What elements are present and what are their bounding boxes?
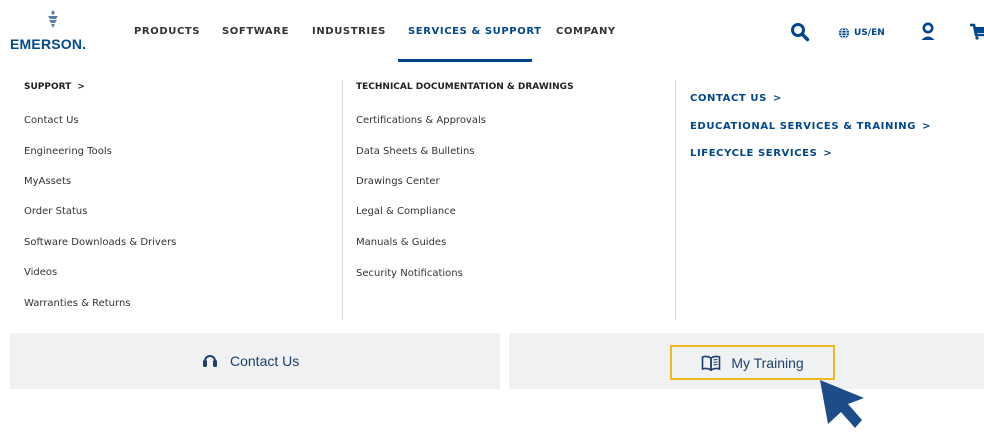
region-label: US/EN [854, 28, 885, 38]
link-legal-compliance[interactable]: Legal & Compliance [356, 206, 456, 217]
my-training-button[interactable]: My Training [670, 345, 835, 380]
link-videos[interactable]: Videos [24, 267, 57, 278]
column-divider [342, 80, 343, 320]
cart-icon[interactable] [970, 22, 984, 42]
link-engineering-tools[interactable]: Engineering Tools [24, 146, 112, 157]
nav-software[interactable]: SOFTWARE [222, 26, 289, 37]
link-software-downloads[interactable]: Software Downloads & Drivers [24, 237, 176, 248]
featured-educational-training[interactable]: EDUCATIONAL SERVICES & TRAINING > [690, 121, 931, 132]
region-selector[interactable]: US/EN [838, 27, 885, 39]
column-divider [675, 80, 676, 320]
chevron-right-icon: > [772, 93, 782, 104]
nav-products[interactable]: PRODUCTS [134, 26, 200, 37]
contact-us-label: Contact Us [230, 353, 300, 369]
link-data-sheets[interactable]: Data Sheets & Bulletins [356, 146, 475, 157]
my-training-label: My Training [731, 354, 804, 371]
link-warranties-returns[interactable]: Warranties & Returns [24, 298, 131, 309]
headset-icon [203, 355, 217, 367]
featured-contact-us[interactable]: CONTACT US > [690, 93, 782, 104]
active-nav-underline [398, 59, 532, 62]
featured-lifecycle-services[interactable]: LIFECYCLE SERVICES > [690, 148, 832, 159]
contact-us-bar[interactable]: Contact Us [10, 333, 500, 389]
logo-text: EMERSON. [10, 36, 87, 52]
chevron-right-icon: > [823, 148, 833, 159]
chevron-right-icon: > [77, 82, 85, 92]
link-myassets[interactable]: MyAssets [24, 176, 71, 187]
tech-docs-heading[interactable]: TECHNICAL DOCUMENTATION & DRAWINGS [356, 82, 574, 92]
globe-icon [838, 27, 850, 39]
support-heading[interactable]: SUPPORT > [24, 82, 85, 92]
cursor-arrow-icon [820, 380, 864, 428]
emerson-logo-icon [48, 10, 58, 28]
link-certifications[interactable]: Certifications & Approvals [356, 115, 486, 126]
nav-company[interactable]: COMPANY [556, 26, 616, 37]
contact-us-content: Contact Us [202, 351, 299, 371]
link-security-notifications[interactable]: Security Notifications [356, 268, 463, 279]
link-manuals-guides[interactable]: Manuals & Guides [356, 237, 446, 248]
nav-services-support[interactable]: SERVICES & SUPPORT [408, 26, 542, 37]
emerson-logo[interactable]: EMERSON. [10, 10, 100, 52]
nav-industries[interactable]: INDUSTRIES [312, 26, 386, 37]
link-drawings-center[interactable]: Drawings Center [356, 176, 440, 187]
link-contact-us[interactable]: Contact Us [24, 115, 79, 126]
site-header: EMERSON. PRODUCTS SOFTWARE INDUSTRIES SE… [0, 0, 984, 66]
search-icon[interactable] [790, 22, 810, 42]
chevron-right-icon: > [922, 121, 932, 132]
link-order-status[interactable]: Order Status [24, 206, 87, 217]
user-icon[interactable] [920, 22, 936, 42]
book-icon [702, 355, 721, 371]
